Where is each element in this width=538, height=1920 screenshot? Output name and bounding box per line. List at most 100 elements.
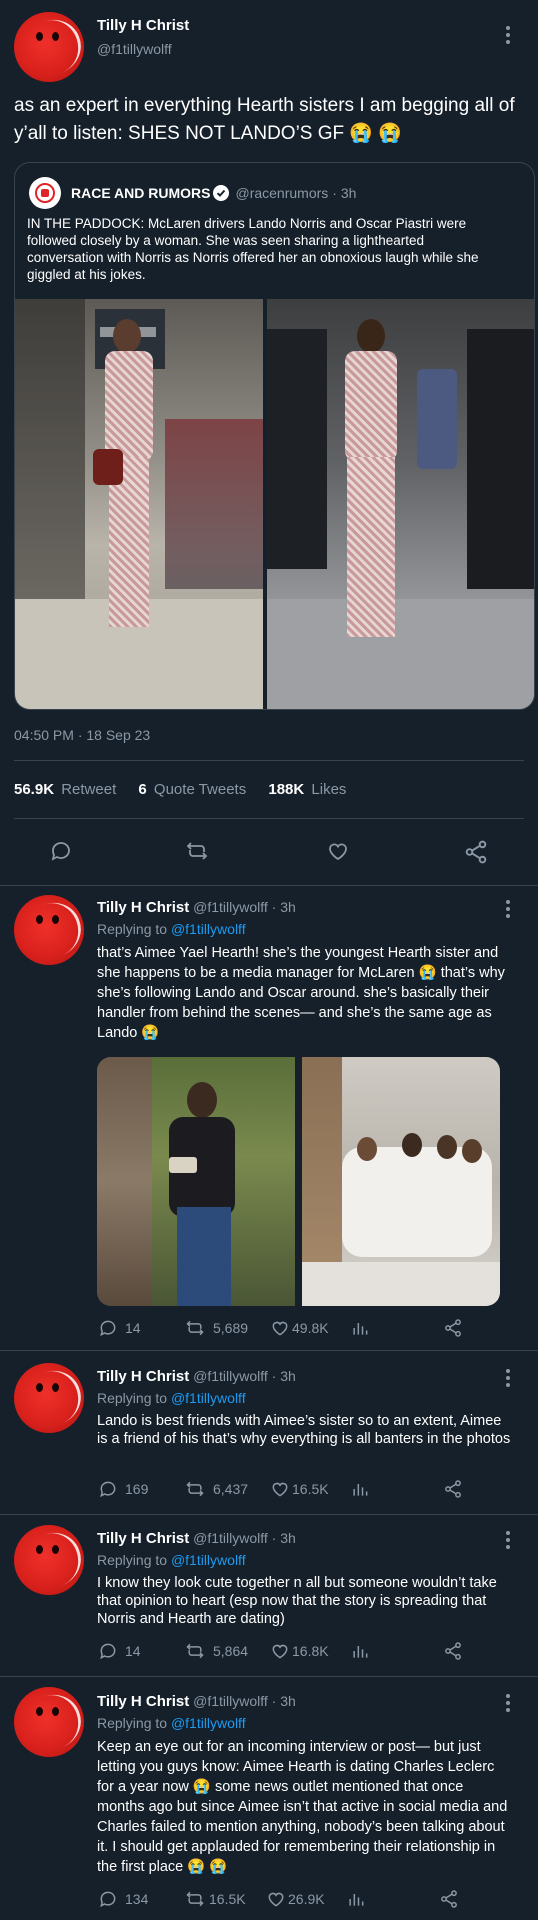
author-name[interactable]: Tilly H Christ [97, 17, 189, 34]
avatar[interactable] [14, 1363, 84, 1433]
retweet-count: 5,689 [213, 1320, 249, 1336]
reply-icon[interactable] [97, 1479, 119, 1499]
retweet-icon[interactable] [183, 1641, 207, 1661]
like-icon[interactable] [269, 1641, 291, 1661]
quoted-avatar [29, 177, 61, 209]
reply-author-name[interactable]: Tilly H Christ [97, 1368, 189, 1385]
retweet-icon[interactable] [183, 1889, 207, 1909]
replying-to-link[interactable]: @f1tillywolff [171, 1390, 246, 1406]
reply-count: 134 [125, 1891, 149, 1907]
tweet-timestamp[interactable]: 04:50 PM · 18 Sep 23 [14, 727, 150, 743]
quoted-photo-right[interactable] [267, 299, 534, 709]
reply-time[interactable]: · 3h [272, 1530, 296, 1546]
retweet-icon[interactable] [183, 1479, 207, 1499]
retweet-label[interactable]: Retweet [61, 781, 116, 798]
quoted-photo-left[interactable] [15, 299, 263, 709]
retweet-icon[interactable] [183, 1318, 207, 1338]
author-handle[interactable]: @f1tillywolff [97, 41, 172, 57]
replying-to-link[interactable]: @f1tillywolff [171, 921, 246, 937]
retweet-count: 16.5K [209, 1891, 246, 1907]
reply-text: Keep an eye out for an incoming intervie… [97, 1739, 508, 1875]
quoted-tweet-card[interactable]: RACE AND RUMORS @racenrumors · 3h IN THE… [14, 162, 535, 710]
replying-to-link[interactable]: @f1tillywolff [171, 1552, 246, 1568]
quoted-text: IN THE PADDOCK: McLaren drivers Lando No… [27, 216, 479, 282]
share-icon[interactable] [462, 839, 490, 865]
reply-count: 14 [125, 1643, 141, 1659]
reply-actions: 14 5,864 16.8K [97, 1641, 497, 1661]
retweet-icon[interactable] [183, 839, 211, 863]
reply-tweet[interactable]: Tilly H Christ @f1tillywolff · 3h Replyi… [0, 1351, 538, 1514]
reply-author-name[interactable]: Tilly H Christ [97, 1693, 189, 1710]
reply-actions: 169 6,437 16.5K [97, 1479, 497, 1499]
reply-actions: 134 16.5K 26.9K [97, 1889, 497, 1909]
like-count: 16.5K [292, 1481, 329, 1497]
tweet-text: as an expert in everything Hearth sister… [14, 95, 515, 144]
analytics-icon[interactable] [346, 1889, 366, 1909]
replying-to-label: Replying to [97, 1552, 168, 1568]
like-icon[interactable] [269, 1318, 291, 1338]
reply-icon[interactable] [48, 839, 74, 863]
reply-time[interactable]: · 3h [272, 1693, 296, 1709]
race-logo-icon [35, 183, 55, 203]
avatar[interactable] [14, 1687, 84, 1757]
reply-time[interactable]: · 3h [272, 899, 296, 915]
replying-to-link[interactable]: @f1tillywolff [171, 1715, 246, 1731]
share-icon[interactable] [442, 1479, 464, 1499]
more-options-icon[interactable] [506, 900, 512, 921]
reply-author-handle[interactable]: @f1tillywolff [193, 899, 268, 915]
more-options-icon[interactable] [506, 26, 512, 47]
reply-photo-left[interactable] [97, 1057, 295, 1306]
reply-time[interactable]: · 3h [272, 1368, 296, 1384]
reply-icon[interactable] [97, 1318, 119, 1338]
replying-to-label: Replying to [97, 921, 168, 937]
reply-text: that’s Aimee Yael Hearth! she’s the youn… [97, 945, 505, 1041]
reply-author-name[interactable]: Tilly H Christ [97, 899, 189, 916]
reply-tweet[interactable]: Tilly H Christ @f1tillywolff · 3h Replyi… [0, 1677, 538, 1920]
like-icon[interactable] [265, 1889, 287, 1909]
reply-author-handle[interactable]: @f1tillywolff [193, 1368, 268, 1384]
like-label[interactable]: Likes [311, 781, 346, 798]
like-count: 49.8K [292, 1320, 329, 1336]
reply-author-handle[interactable]: @f1tillywolff [193, 1693, 268, 1709]
avatar[interactable] [14, 1525, 84, 1595]
replying-to-label: Replying to [97, 1715, 168, 1731]
quote-label[interactable]: Quote Tweets [154, 781, 246, 798]
main-tweet: Tilly H Christ @f1tillywolff as an exper… [0, 0, 538, 885]
share-icon[interactable] [442, 1641, 464, 1661]
analytics-icon[interactable] [350, 1479, 370, 1499]
reply-text: Lando is best friends with Aimee’s siste… [97, 1413, 511, 1447]
quoted-time: · 3h [332, 185, 357, 201]
reply-count: 169 [125, 1481, 149, 1497]
more-options-icon[interactable] [506, 1369, 512, 1390]
reply-text: I know they look cute together n all but… [97, 1575, 497, 1627]
reply-count: 14 [125, 1320, 141, 1336]
like-count: 16.8K [292, 1643, 329, 1659]
like-icon[interactable] [269, 1479, 291, 1499]
analytics-icon[interactable] [350, 1318, 370, 1338]
reply-icon[interactable] [97, 1641, 119, 1661]
reply-author-name[interactable]: Tilly H Christ [97, 1530, 189, 1547]
more-options-icon[interactable] [506, 1694, 512, 1715]
like-icon[interactable] [324, 839, 352, 863]
analytics-icon[interactable] [350, 1641, 370, 1661]
retweet-count: 6,437 [213, 1481, 249, 1497]
reply-icon[interactable] [97, 1889, 119, 1909]
action-bar [0, 836, 538, 866]
share-icon[interactable] [438, 1889, 460, 1909]
reply-author-handle[interactable]: @f1tillywolff [193, 1530, 268, 1546]
avatar[interactable] [14, 895, 84, 965]
reply-tweet[interactable]: Tilly H Christ @f1tillywolff · 3h Replyi… [0, 886, 538, 1350]
reply-actions: 14 5,689 49.8K [97, 1318, 497, 1338]
quoted-name: RACE AND RUMORS [71, 185, 211, 201]
share-icon[interactable] [442, 1318, 464, 1338]
quote-count[interactable]: 6 [138, 781, 146, 798]
reply-tweet[interactable]: Tilly H Christ @f1tillywolff · 3h Replyi… [0, 1515, 538, 1676]
retweet-count: 5,864 [213, 1643, 249, 1659]
more-options-icon[interactable] [506, 1531, 512, 1552]
like-count[interactable]: 188K [268, 781, 304, 798]
retweet-count[interactable]: 56.9K [14, 781, 54, 798]
quoted-handle: @racenrumors [235, 185, 329, 201]
like-count: 26.9K [288, 1891, 325, 1907]
reply-photo-right[interactable] [302, 1057, 500, 1306]
avatar[interactable] [14, 12, 84, 82]
